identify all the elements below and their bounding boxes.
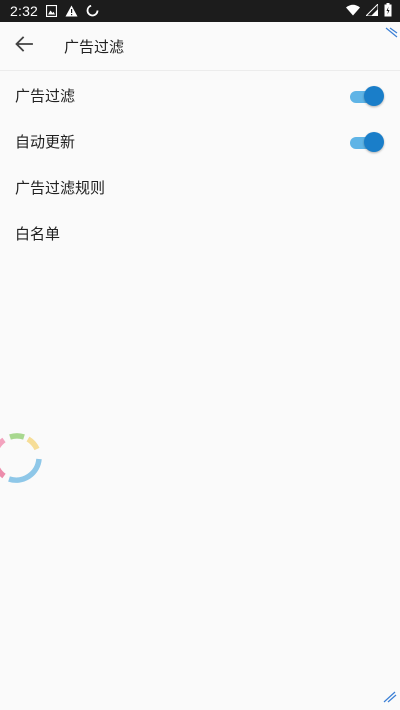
signal-icon [366, 4, 378, 16]
setting-auto-update[interactable]: 自动更新 [0, 118, 400, 164]
setting-ad-filter[interactable]: 广告过滤 [0, 72, 400, 118]
setting-label: 广告过滤规则 [15, 178, 106, 197]
corner-stripes-icon [383, 688, 397, 707]
wifi-icon [346, 4, 360, 16]
status-left-icons [46, 4, 99, 17]
image-icon [46, 4, 57, 17]
setting-filter-rules[interactable]: 广告过滤规则 [0, 164, 400, 210]
setting-label: 广告过滤 [15, 86, 76, 105]
switch-thumb [364, 132, 384, 152]
loading-spinner-icon [0, 428, 46, 488]
auto-update-switch[interactable] [348, 132, 384, 152]
setting-label: 自动更新 [15, 132, 76, 151]
setting-whitelist[interactable]: 白名单 [0, 210, 400, 256]
status-bar: 2:32 [0, 0, 400, 22]
settings-list: 广告过滤 自动更新 广告过滤规则 白名单 [0, 72, 400, 256]
sync-icon [86, 4, 99, 17]
setting-label: 白名单 [15, 224, 61, 243]
back-button[interactable] [10, 32, 38, 60]
arrow-back-icon [15, 36, 33, 56]
warning-icon [65, 5, 78, 17]
status-right-icons [346, 3, 392, 17]
ad-filter-switch[interactable] [348, 86, 384, 106]
switch-thumb [364, 86, 384, 106]
status-time: 2:32 [10, 3, 39, 19]
corner-stripes-icon [384, 24, 398, 43]
battery-icon [384, 3, 392, 17]
screen: 2:32 广告过滤 广告过滤 自动更新 广告过滤规则 白名单 [0, 0, 400, 710]
app-bar: 广告过滤 [0, 22, 400, 71]
page-title: 广告过滤 [64, 38, 125, 56]
